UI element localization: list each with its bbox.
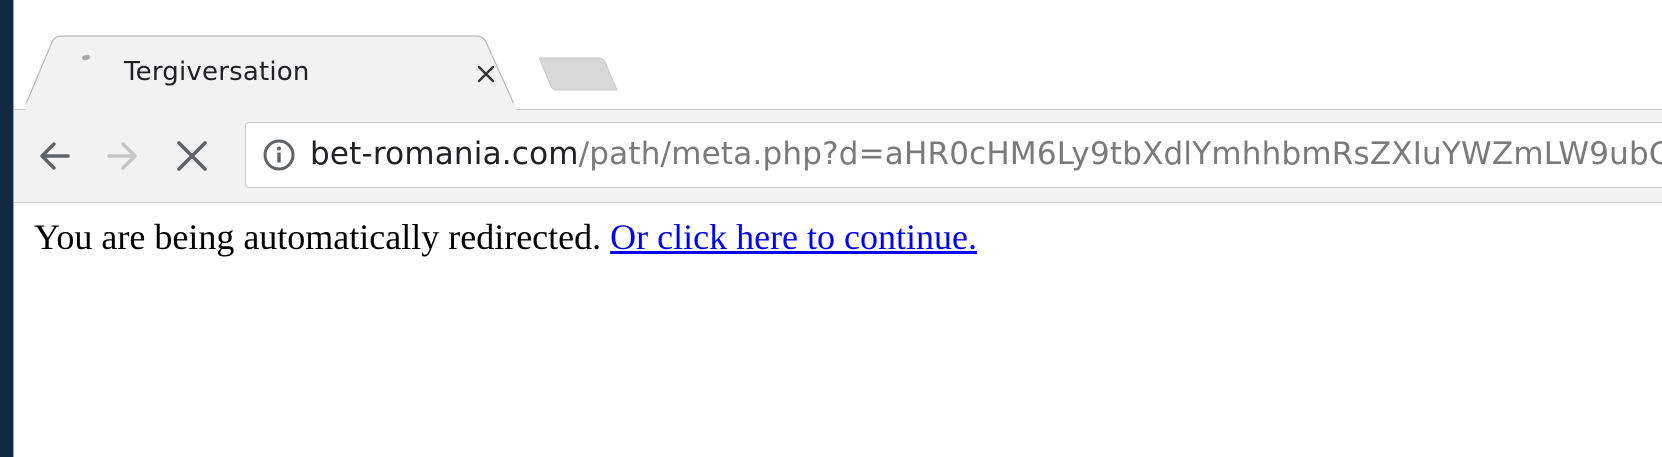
url-text[interactable]: bet-romania.com/path/meta.php?d=aHR0cHM6… [310,136,1662,172]
tab-strip: Tergiversation [14,0,1662,110]
arrow-right-icon[interactable] [101,134,145,178]
url-host: bet-romania.com [310,136,579,172]
address-bar[interactable]: bet-romania.com/path/meta.php?d=aHR0cHM6… [245,122,1662,188]
browser-window: Tergiversation bet-romania.com/path/meta… [14,0,1662,457]
url-path: /path/meta.php?d=aHR0cHM6Ly9tbXdlYmhhbmR… [578,136,1662,172]
browser-toolbar: bet-romania.com/path/meta.php?d=aHR0cHM6… [14,110,1662,203]
info-circle-icon[interactable] [262,138,296,172]
redirect-message: You are being automatically redirected. [34,217,611,257]
close-icon[interactable] [474,62,498,86]
desktop-background-edge [0,0,14,457]
stop-x-icon[interactable] [170,134,214,178]
continue-link[interactable]: Or click here to continue. [610,217,977,257]
arrow-left-icon[interactable] [32,134,76,178]
tab-title: Tergiversation [124,57,310,87]
active-tab[interactable] [14,0,534,110]
new-tab-icon[interactable] [539,56,619,96]
page-content: You are being automatically redirected. … [34,216,977,258]
